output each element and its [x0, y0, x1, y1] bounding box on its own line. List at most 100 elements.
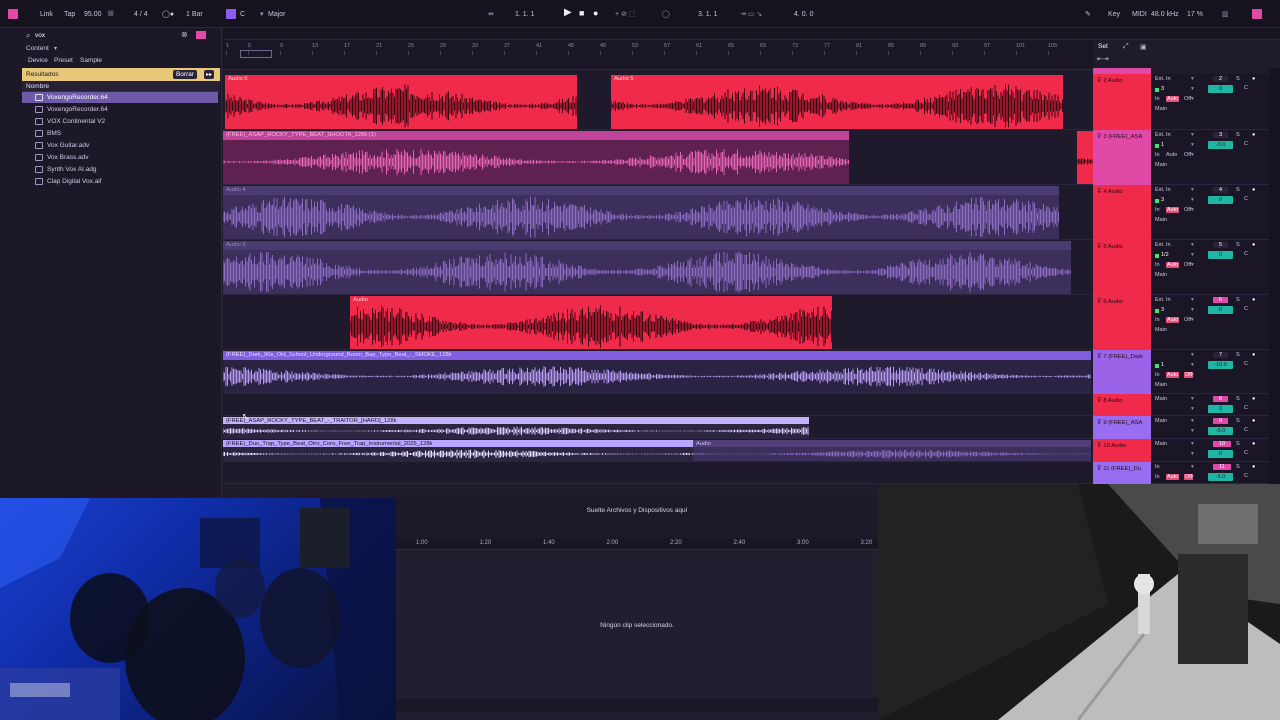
monitor-auto[interactable]: Auto — [1166, 262, 1180, 268]
scale-mode-icon[interactable] — [226, 9, 236, 19]
input-channel-select[interactable]: 1/2 — [1161, 252, 1169, 258]
arm-record-icon[interactable]: ● — [1252, 297, 1255, 303]
input-channel-select[interactable]: 3 — [1161, 197, 1164, 203]
input-type-select[interactable]: Ext. In — [1155, 187, 1171, 193]
monitor-in[interactable]: In — [1155, 152, 1160, 158]
input-type-select[interactable]: Ext. In — [1155, 132, 1171, 138]
browser-file-item[interactable]: Vox Brass.adv — [47, 154, 89, 161]
input-type-select[interactable]: Ext. In — [1155, 297, 1171, 303]
audio-clip[interactable] — [1077, 131, 1093, 184]
track-fold-icon[interactable]: ⊽ — [1097, 244, 1101, 250]
track-number[interactable]: 4 — [1213, 187, 1229, 193]
drop-zone[interactable]: Suelte Archivos y Dispositivos aquí — [396, 498, 878, 538]
track-lane[interactable] — [223, 394, 1093, 416]
output-route-select[interactable]: Main — [1155, 272, 1167, 278]
track-number[interactable]: 9 — [1213, 418, 1229, 424]
track-name[interactable]: 5 Audio — [1103, 244, 1122, 250]
solo-button[interactable]: S — [1236, 418, 1240, 424]
play-icon[interactable]: ▶ — [564, 7, 572, 19]
audio-clip[interactable]: Audio 5 — [611, 75, 1063, 129]
input-type-select[interactable]: Ext. In — [1155, 76, 1171, 82]
crossfade-button[interactable]: C — [1244, 405, 1248, 411]
track-header[interactable]: ⊽ 6 Audio — [1093, 295, 1151, 350]
track-fold-icon[interactable]: ⊽ — [1097, 189, 1101, 195]
arm-indicator-icon[interactable] — [1155, 199, 1159, 203]
solo-button[interactable]: S — [1236, 352, 1240, 358]
volume-field[interactable]: -10.0 — [1208, 361, 1233, 369]
key-root-select[interactable]: C — [240, 9, 245, 21]
browser-file-item[interactable]: Synth Vox AI.adg — [47, 166, 97, 173]
output-route-select[interactable]: Main — [1155, 106, 1167, 112]
input-channel-select[interactable]: 3 — [1161, 86, 1164, 92]
solo-button[interactable]: S — [1236, 76, 1240, 82]
solo-button[interactable]: S — [1236, 187, 1240, 193]
input-type-select[interactable]: Main — [1155, 441, 1167, 447]
content-select[interactable]: Content — [26, 45, 49, 52]
audio-clip[interactable]: Audio 6 — [225, 75, 577, 129]
track-fold-icon[interactable]: ⊽ — [1097, 398, 1101, 404]
crossfade-button[interactable]: C — [1244, 473, 1248, 479]
crossfade-button[interactable]: C — [1244, 361, 1248, 367]
volume-field[interactable]: -3.0 — [1208, 141, 1233, 149]
loop-brace[interactable] — [240, 50, 272, 58]
track-header[interactable]: ⊽ 5 Audio — [1093, 240, 1151, 295]
arm-record-icon[interactable]: ● — [1252, 242, 1255, 248]
link-button[interactable]: Link — [40, 9, 53, 21]
track-header[interactable]: ⊽ 7 (FREE)_Dark — [1093, 350, 1151, 394]
track-fold-icon[interactable]: ⊽ — [1097, 354, 1101, 360]
punch-icons[interactable]: ⇥ ▭ ↘ — [740, 9, 762, 21]
track-header[interactable]: ⊽ 2 Audio — [1093, 74, 1151, 130]
crossfade-button[interactable]: C — [1244, 196, 1248, 202]
track-lane[interactable] — [223, 462, 1093, 484]
volume-field[interactable]: 0 — [1208, 251, 1233, 259]
lock-icon[interactable]: ▣ — [1140, 43, 1147, 51]
monitor-auto[interactable]: Auto — [1166, 372, 1180, 378]
arm-indicator-icon[interactable] — [1155, 364, 1159, 368]
detail-time-ruler[interactable]: 1:00 1:20 1:40 2:00 2:20 2:40 3:00 3:20 — [396, 538, 878, 550]
clear-search-icon[interactable]: ⊗ — [181, 30, 188, 39]
track-name[interactable]: 9 (FREE)_ASA — [1103, 420, 1142, 426]
input-type-select[interactable]: Main — [1155, 396, 1167, 402]
monitor-in[interactable]: In — [1155, 262, 1160, 268]
crossfade-button[interactable]: C — [1244, 251, 1248, 257]
track-fold-icon[interactable]: ⊽ — [1097, 443, 1101, 449]
input-channel-select[interactable]: 3 — [1161, 307, 1164, 313]
browser-file-item[interactable]: VoxengoRecorder.64 — [47, 106, 108, 113]
audio-clip[interactable]: (FREE)_ASAP_ROCKY_TYPE_BEAT_-_TRAITOR_[H… — [223, 417, 809, 438]
song-position[interactable]: 1. 1. 1 — [515, 9, 534, 21]
track-header[interactable]: ⊽ 11 (FREE)_Du — [1093, 462, 1151, 484]
track-name[interactable]: 10 Audio — [1103, 443, 1126, 449]
volume-field[interactable]: 0 — [1208, 450, 1233, 458]
monitor-in[interactable]: In — [1155, 317, 1160, 323]
solo-button[interactable]: S — [1236, 441, 1240, 447]
metronome-icon[interactable]: ‖‖ — [108, 9, 114, 21]
track-name[interactable]: 3 (FREE)_ASA — [1103, 134, 1142, 140]
volume-field[interactable]: 0 — [1208, 405, 1233, 413]
arm-record-icon[interactable]: ● — [1252, 396, 1255, 402]
arrow-left-right-icon[interactable]: ⇤⇥ — [1097, 55, 1109, 63]
loop-length[interactable]: 4. 0. 0 — [794, 9, 813, 21]
track-header[interactable]: ⊽ 10 Audio — [1093, 439, 1151, 462]
volume-field[interactable]: -5.0 — [1208, 473, 1233, 481]
browser-file-item[interactable]: Vox Guitar.adv — [47, 142, 89, 149]
set-button[interactable]: Set — [1098, 43, 1108, 50]
arm-indicator-icon[interactable] — [1155, 309, 1159, 313]
audio-clip[interactable]: Audio — [693, 440, 1091, 461]
track-fold-icon[interactable]: ⊽ — [1097, 78, 1101, 84]
monitor-in[interactable]: In — [1155, 96, 1160, 102]
audio-clip[interactable]: (FREE)_Dark_90s_Old_School_Underground_B… — [223, 351, 1091, 393]
follow-icon[interactable]: ⇹ — [488, 9, 494, 21]
record-icon[interactable]: ● — [593, 7, 598, 19]
volume-field[interactable]: -5.0 — [1208, 427, 1233, 435]
solo-button[interactable]: S — [1236, 132, 1240, 138]
quantize-select[interactable]: 1 Bar — [186, 9, 203, 21]
browser-file-item[interactable]: Clap Digital Vox.aif — [47, 178, 102, 185]
scale-select[interactable]: Major — [268, 9, 286, 21]
scrollbar[interactable] — [1269, 68, 1280, 484]
track-number[interactable]: 10 — [1213, 441, 1232, 447]
overdub-icon[interactable]: + ⊘ ⬚ — [615, 9, 635, 21]
track-number[interactable]: 7 — [1213, 352, 1229, 358]
output-route-select[interactable]: Main — [1155, 327, 1167, 333]
monitor-auto[interactable]: Auto — [1166, 152, 1177, 158]
browser-file-item[interactable]: VOX Continental V2 — [47, 118, 105, 125]
